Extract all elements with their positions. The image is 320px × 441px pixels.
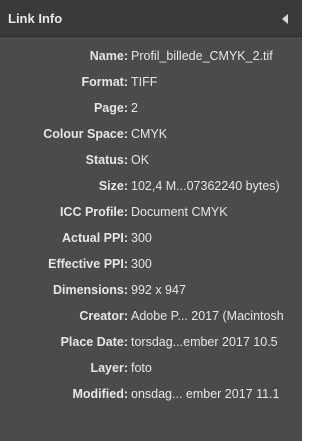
row-value: TIFF	[131, 75, 158, 89]
link-info-rows: Name: Profil_billede_CMYK_2.tif Format: …	[0, 49, 302, 413]
row-label: Modified:	[72, 387, 128, 401]
row-value: onsdag... ember 2017 11.1	[131, 387, 280, 401]
row-label: Actual PPI:	[62, 231, 128, 245]
row-value: torsdag...ember 2017 10.5	[131, 335, 278, 349]
info-row-actual-ppi: Actual PPI: 300	[0, 231, 302, 257]
row-value: foto	[131, 361, 152, 375]
row-label: Creator:	[79, 309, 128, 323]
info-row-creator: Creator: Adobe P... 2017 (Macintosh	[0, 309, 302, 335]
row-label: Place Date:	[60, 335, 128, 349]
row-value: Document CMYK	[131, 205, 228, 219]
triangle-left-icon[interactable]	[280, 12, 290, 24]
info-row-modified: Modified: onsdag... ember 2017 11.1	[0, 387, 302, 413]
panel-header: Link Info	[0, 0, 302, 37]
row-label: Colour Space:	[43, 127, 128, 141]
info-row-format: Format: TIFF	[0, 75, 302, 101]
row-label: ICC Profile:	[59, 205, 128, 219]
info-row-status: Status: OK	[0, 153, 302, 179]
info-row-page: Page: 2	[0, 101, 302, 127]
row-value: Profil_billede_CMYK_2.tif	[131, 49, 273, 63]
info-row-size: Size: 102,4 M...07362240 bytes)	[0, 179, 302, 205]
row-label: Effective PPI:	[48, 257, 128, 271]
row-label: Format:	[81, 75, 128, 89]
row-label: Name:	[89, 49, 128, 63]
info-row-effective-ppi: Effective PPI: 300	[0, 257, 302, 283]
info-row-name: Name: Profil_billede_CMYK_2.tif	[0, 49, 302, 75]
info-row-colour-space: Colour Space: CMYK	[0, 127, 302, 153]
row-value: 992 x 947	[131, 283, 186, 297]
info-row-layer: Layer: foto	[0, 361, 302, 387]
row-label: Layer:	[90, 361, 128, 375]
row-value: 102,4 M...07362240 bytes)	[131, 179, 280, 193]
row-value: CMYK	[131, 127, 168, 141]
row-label: Dimensions:	[52, 283, 128, 297]
link-info-panel: Link Info Name: Profil_billede_CMYK_2.ti…	[0, 0, 302, 441]
row-label: Size:	[98, 179, 128, 193]
panel-edge	[302, 0, 307, 441]
info-row-dimensions: Dimensions: 992 x 947	[0, 283, 302, 309]
panel-title: Link Info	[8, 11, 63, 26]
row-value: Adobe P... 2017 (Macintosh	[131, 309, 284, 323]
info-row-icc-profile: ICC Profile: Document CMYK	[0, 205, 302, 231]
info-row-place-date: Place Date: torsdag...ember 2017 10.5	[0, 335, 302, 361]
row-label: Page:	[93, 101, 128, 115]
row-label: Status:	[85, 153, 128, 167]
row-value: 2	[131, 101, 138, 115]
row-value: 300	[131, 231, 152, 245]
row-value: OK	[131, 153, 150, 167]
row-value: 300	[131, 257, 152, 271]
